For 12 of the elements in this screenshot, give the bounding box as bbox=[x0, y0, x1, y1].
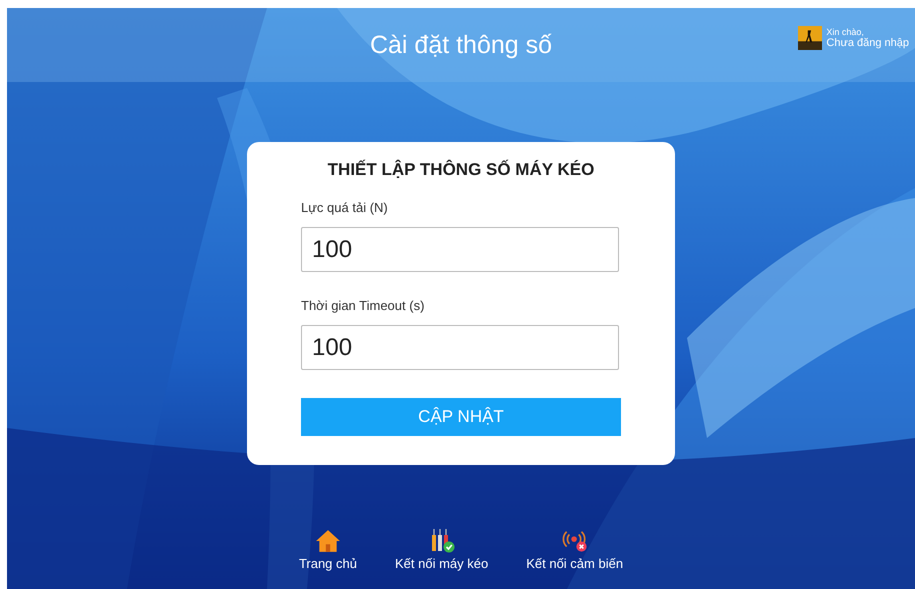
nav-item[interactable]: Trang chủ bbox=[298, 529, 357, 587]
form-title: THIẾT LẬP THÔNG SỐ MÁY KÉO bbox=[326, 160, 596, 180]
greeting-text: Xin chào, bbox=[826, 27, 865, 37]
field-label: Lực quá tải (N) bbox=[301, 200, 389, 215]
avatar-icon bbox=[798, 26, 822, 50]
field-label: Thời gian Timeout (s) bbox=[301, 298, 426, 313]
page-title: Cài đặt thông số bbox=[370, 30, 552, 60]
nav-item[interactable]: Kết nối máy kéo bbox=[395, 529, 488, 587]
house-icon bbox=[314, 529, 341, 553]
input-field[interactable]: 100 bbox=[301, 227, 619, 272]
input-field[interactable]: 100 bbox=[301, 325, 619, 370]
nav-item[interactable]: Kết nối cảm biến bbox=[526, 529, 624, 587]
